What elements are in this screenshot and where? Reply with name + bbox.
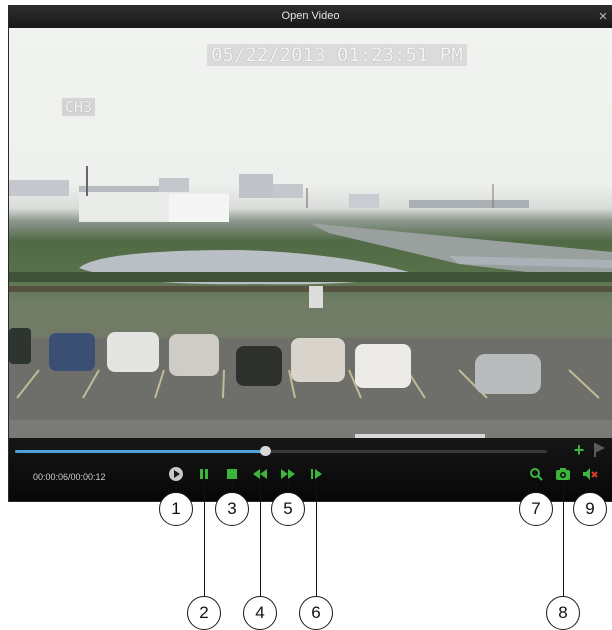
callout-2: 2 (187, 596, 221, 630)
callout-1: 1 (159, 492, 193, 526)
video-scene (9, 166, 612, 438)
window-title: Open Video (281, 10, 340, 22)
video-frame: 05/22/2013 01:23:51 PM CH3 (9, 28, 612, 438)
callout-7: 7 (519, 492, 553, 526)
callout-8: 8 (546, 596, 580, 630)
callout-line-1 (176, 483, 177, 492)
osd-channel: CH3 (62, 98, 96, 116)
seek-bar[interactable] (15, 446, 547, 456)
snapshot-camera-icon[interactable] (554, 465, 572, 483)
callout-line-8 (563, 483, 564, 596)
callout-3: 3 (215, 492, 249, 526)
playback-controls: + 00:00:06/00:00:12 (9, 438, 612, 501)
stop-icon[interactable] (223, 465, 241, 483)
callout-line-5 (288, 483, 289, 492)
pause-icon[interactable] (195, 465, 213, 483)
seek-handle[interactable] (260, 446, 272, 456)
add-icon[interactable]: + (571, 441, 587, 459)
close-icon[interactable]: × (594, 6, 612, 28)
callout-line-3 (232, 483, 233, 492)
flag-icon[interactable] (593, 442, 607, 458)
rewind-icon[interactable] (251, 465, 269, 483)
time-label: 00:00:06/00:00:12 (33, 472, 106, 482)
callout-line-9 (590, 483, 591, 492)
callout-5: 5 (271, 492, 305, 526)
title-bar: Open Video × (9, 6, 612, 28)
mute-icon[interactable] (581, 465, 599, 483)
zoom-icon[interactable] (527, 465, 545, 483)
callout-line-2 (204, 483, 205, 596)
callout-line-6 (316, 483, 317, 596)
step-forward-icon[interactable] (307, 465, 325, 483)
fast-forward-icon[interactable] (279, 465, 297, 483)
osd-timestamp: 05/22/2013 01:23:51 PM (207, 44, 467, 66)
callout-line-4 (260, 483, 261, 596)
callout-4: 4 (243, 596, 277, 630)
callout-6: 6 (299, 596, 333, 630)
play-icon[interactable] (167, 465, 185, 483)
seek-progress (15, 450, 266, 453)
callout-line-7 (536, 483, 537, 492)
callout-9: 9 (573, 492, 607, 526)
open-video-window: Open Video × 05/22/2013 01:23:51 PM CH3 … (9, 6, 612, 501)
